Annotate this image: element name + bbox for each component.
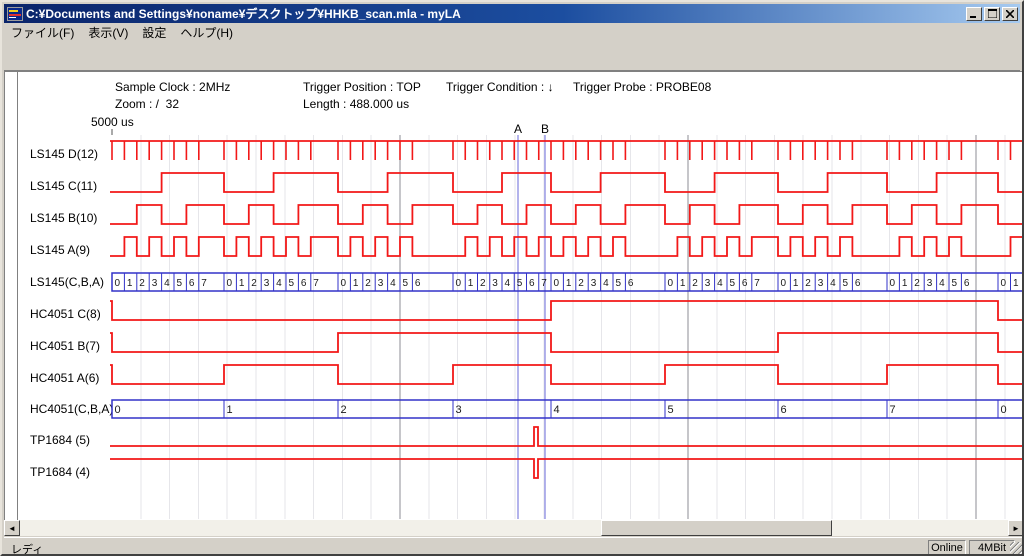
status-memory-badge: 4MBit [969,540,1015,555]
title-bar: C:¥Documents and Settings¥noname¥デスクトップ¥… [4,4,1020,23]
scroll-right-button[interactable]: ► [1008,520,1024,536]
sample-clock-text: Sample Clock : 2MHz [115,80,230,94]
menu-bar: ファイル(F)表示(V)設定ヘルプ(H) [4,23,1020,42]
channel-label: LS145 C(11) [30,179,97,193]
menu-item-2[interactable]: 設定 [135,23,173,42]
scrollbar-thumb[interactable] [601,520,832,536]
scroll-left-button[interactable]: ◄ [4,520,20,536]
channel-label: LS145 D(12) [30,147,98,161]
channel-label: LS145 A(9) [30,243,90,257]
close-button[interactable] [1002,7,1018,21]
length-text: Length : 488.000 us [303,97,409,111]
channel-label: HC4051(C,B,A) [30,402,113,416]
menu-item-3[interactable]: ヘルプ(H) [173,23,240,42]
cursor-b-label: B [541,122,549,136]
channel-label: TP1684 (4) [30,465,90,479]
channel-label: HC4051 A(6) [30,371,99,385]
channel-label: TP1684 (5) [30,433,90,447]
channel-label: HC4051 C(8) [30,307,101,321]
trigger-position-text: Trigger Position : TOP [303,80,421,94]
status-ready-text: レディ [11,541,43,556]
status-online-badge: Online [928,540,966,555]
app-window: C:¥Documents and Settings¥noname¥デスクトップ¥… [0,0,1024,556]
window-title: C:¥Documents and Settings¥noname¥デスクトップ¥… [26,5,964,22]
channel-label: LS145(C,B,A) [30,275,104,289]
toolbar: Stop → 100MHz ▼ TOP ▼ ↑ ▼ PROBE00 ▼ − + … [4,42,1020,71]
channel-label: HC4051 B(7) [30,339,100,353]
scroll-left-icon: ◄ [8,524,16,533]
waveform-plot-area[interactable] [110,135,1023,519]
horizontal-scrollbar[interactable]: ◄ ► [4,520,1024,536]
resize-grip[interactable] [1010,542,1023,555]
channel-labels: LS145 D(12) LS145 C(11) LS145 B(10) LS145 A… [5,3,113,556]
trigger-condition-text: Trigger Condition : ↓ [446,80,554,94]
channel-label: LS145 B(10) [30,211,97,225]
status-bar: レディ Online 4MBit [4,537,1024,556]
trigger-probe-text: Trigger Probe : PROBE08 [573,80,711,94]
scroll-right-icon: ► [1012,524,1020,533]
zoom-text: Zoom : / 32 [115,97,179,111]
minimize-button[interactable] [966,7,982,21]
maximize-button[interactable] [984,7,1000,21]
cursor-a-label: A [514,122,522,136]
